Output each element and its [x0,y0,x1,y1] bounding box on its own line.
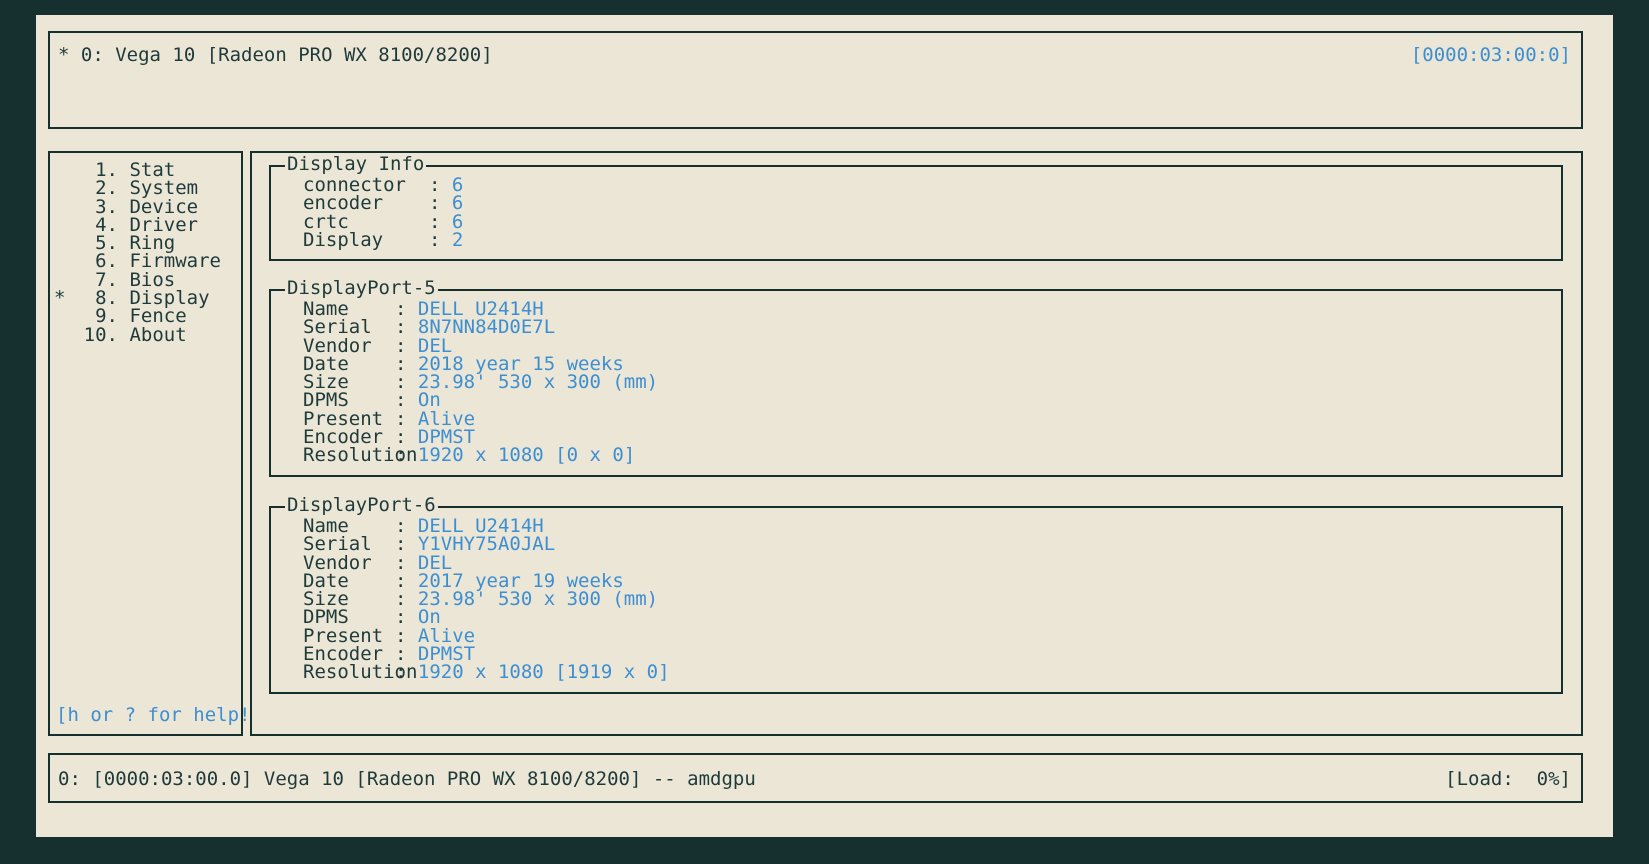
info-row-value: 23.98' 530 x 300 (mm) [406,588,659,611]
display-info-panel-title: Display Info [285,153,427,175]
displayport-6-rows: Name: DELL U2414H Serial: Y1VHY75A0JAL Ven… [303,516,670,684]
info-row-separator: : [395,316,407,339]
info-row-separator: : [429,228,441,251]
main-region: 1. Stat 2. System 3. Device 4. Driver 5.… [48,151,1583,736]
info-row: Resolution: 1920 x 1080 [1919 x 0] [303,661,670,684]
sidebar-item-list: 1. Stat 2. System 3. Device 4. Driver 5.… [50,160,241,346]
displayport-5-rows: Name: DELL U2414H Serial: 8N7NN84D0E7L Ven… [303,299,659,467]
displayport-5-panel: DisplayPort-5 Name: DELL U2414H Serial: 8… [269,278,1563,477]
info-row: Serial: Y1VHY75A0JAL [303,533,670,556]
gpu-pci-id: [0000:03:00:0] [1410,44,1571,66]
info-row-separator: : [395,444,407,467]
gpu-header-panel: * 0: Vega 10 [Radeon PRO WX 8100/8200] [… [48,31,1583,129]
status-load-indicator: [Load: 0%] [1445,768,1571,790]
sidebar-menu: 1. Stat 2. System 3. Device 4. Driver 5.… [48,151,262,736]
info-row-value: 2 [440,228,464,251]
displayport-5-panel-title: DisplayPort-5 [285,277,438,299]
info-row-value: 23.98' 530 x 300 (mm) [406,371,659,394]
info-row-key: Resolution [303,444,418,467]
info-row-key: encoder [303,192,384,215]
info-row: Display: 2 [303,228,464,251]
sidebar-item-about[interactable]: 10. About [50,323,241,346]
info-row-key: Resolution [303,661,418,684]
sidebar-item-selected-marker [54,307,72,325]
sidebar-item-number: 9. [95,305,118,328]
info-row-key: Serial [303,316,372,339]
content-pane: Display Info connector: 6 encoder: 6 crtc:… [250,151,1583,736]
info-row-key: Serial [303,533,372,556]
status-device-line: 0: [0000:03:00.0] Vega 10 [Radeon PRO WX… [58,768,756,790]
sidebar-item-selected-marker [54,326,72,344]
sidebar-item-number: 10. [83,323,118,346]
terminal-window: * 0: Vega 10 [Radeon PRO WX 8100/8200] [… [33,12,1616,840]
displayport-6-panel: DisplayPort-6 Name: DELL U2414H Serial: Y… [269,495,1563,694]
info-row: Size: 23.98' 530 x 300 (mm) [303,371,659,394]
info-row-separator: : [395,661,407,684]
info-row: Size: 23.98' 530 x 300 (mm) [303,588,670,611]
sidebar-item-label: About [118,323,187,346]
sidebar-item-selected-marker [54,179,72,197]
info-row-separator: : [429,192,441,215]
selected-gpu-label: * 0: Vega 10 [Radeon PRO WX 8100/8200] [58,44,493,66]
info-row: encoder: 6 [303,192,463,215]
info-row-separator: : [395,533,407,556]
info-row: Serial: 8N7NN84D0E7L [303,316,658,339]
help-hint: [h or ? for help!] [56,704,262,726]
status-bar: 0: [0000:03:00.0] Vega 10 [Radeon PRO WX… [48,753,1583,803]
sidebar-item-number: 2. [95,177,118,200]
info-row-value: 1920 x 1080 [1919 x 0] [406,661,670,684]
displayport-6-panel-title: DisplayPort-6 [285,494,438,516]
info-row: Resolution: 1920 x 1080 [0 x 0] [303,444,658,467]
info-row-value: 1920 x 1080 [0 x 0] [406,444,636,467]
display-info-panel: Display Info connector: 6 encoder: 6 crtc:… [269,154,1563,261]
info-row-key: Display [303,228,384,251]
display-info-rows: connector: 6 encoder: 6 crtc: 6 Display: 2 [303,175,464,251]
